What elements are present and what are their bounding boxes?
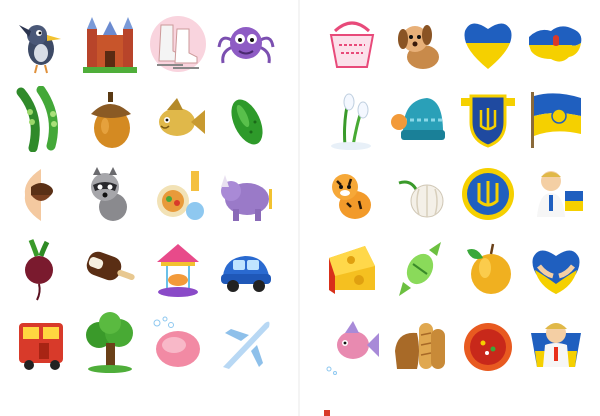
cheese-icon: [329, 245, 375, 294]
carousel-icon: [157, 243, 199, 297]
fish-toy-icon: [326, 320, 379, 375]
sticker-oak-tree[interactable]: [76, 306, 144, 381]
airplane-icon: [223, 321, 270, 369]
rhinoceros-icon: [221, 174, 272, 221]
sticker-boy-in-vyshyvanka[interactable]: [522, 156, 590, 231]
castle-icon: [83, 16, 137, 73]
trident-shield-icon: [461, 94, 515, 148]
sticker-flag-heart[interactable]: [454, 6, 522, 81]
cartoon-bird-icon: [19, 24, 61, 73]
sticker-ukrainian-flag[interactable]: [522, 81, 590, 156]
borscht-icon: [464, 322, 512, 371]
sticker-tiger-cub[interactable]: [318, 156, 386, 231]
sticker-garlic[interactable]: [386, 156, 454, 231]
map-of-ukraine-icon: [529, 25, 582, 62]
girl-in-vyshyvanka-icon: [531, 322, 581, 367]
right-icon-grid: [318, 6, 590, 381]
sticker-bus[interactable]: [8, 306, 76, 381]
sticker-meal-tray[interactable]: [144, 156, 212, 231]
spider-icon: [217, 26, 275, 63]
apple-icon: [467, 243, 511, 294]
ukrainian-flag-icon: [531, 91, 581, 148]
sticker-spider[interactable]: [212, 6, 280, 81]
sticker-borscht[interactable]: [454, 306, 522, 381]
sticker-knit-hat[interactable]: [386, 81, 454, 156]
knit-hat-icon: [391, 97, 445, 140]
sticker-cheese[interactable]: [318, 231, 386, 306]
sticker-toy-car[interactable]: [212, 231, 280, 306]
sticker-embroidered-bag[interactable]: [318, 6, 386, 81]
sticker-carousel[interactable]: [144, 231, 212, 306]
sticker-soap[interactable]: [144, 306, 212, 381]
sticker-candy[interactable]: [386, 231, 454, 306]
sticker-pea-pods[interactable]: [8, 81, 76, 156]
trident-medal-icon: [462, 167, 514, 220]
sticker-ice-skates[interactable]: [144, 6, 212, 81]
sticker-fish[interactable]: [144, 81, 212, 156]
boy-in-vyshyvanka-icon: [537, 170, 583, 217]
sticker-acorn[interactable]: [76, 81, 144, 156]
flag-hands-heart-icon: [532, 249, 580, 294]
acorn-icon: [91, 91, 131, 148]
toy-car-icon: [221, 255, 271, 292]
sticker-rhinoceros[interactable]: [212, 156, 280, 231]
sticker-castle[interactable]: [76, 6, 144, 81]
soap-icon: [153, 316, 200, 367]
beet-icon: [25, 238, 53, 300]
bus-icon: [19, 322, 63, 370]
sticker-girl-in-vyshyvanka[interactable]: [522, 306, 590, 381]
tiger-cub-icon: [332, 173, 371, 219]
ice-skates-icon: [150, 15, 206, 72]
lips-icon: [24, 168, 53, 221]
ice-cream-bar-icon: [86, 251, 135, 280]
sticker-apple[interactable]: [454, 231, 522, 306]
right-sticker-sheet: [300, 0, 600, 416]
embroidered-bag-icon: [329, 21, 375, 68]
pea-pods-icon: [16, 85, 58, 152]
sticker-map-of-ukraine[interactable]: [522, 6, 590, 81]
fish-icon: [159, 97, 205, 136]
oak-tree-icon: [86, 311, 133, 373]
bread-loaves-icon: [395, 322, 445, 369]
puppy-icon: [398, 24, 439, 69]
meal-tray-icon: [157, 170, 204, 220]
sticker-trident-medal[interactable]: [454, 156, 522, 231]
garlic-icon: [398, 180, 444, 217]
candy-icon: [399, 241, 441, 296]
cropped-sticker-fragment: [324, 410, 330, 416]
sticker-airplane[interactable]: [212, 306, 280, 381]
sticker-raccoon[interactable]: [76, 156, 144, 231]
left-sticker-sheet: [0, 0, 300, 416]
sticker-puppy[interactable]: [386, 6, 454, 81]
sticker-flag-hands-heart[interactable]: [522, 231, 590, 306]
sticker-cucumber[interactable]: [212, 81, 280, 156]
left-icon-grid: [8, 6, 280, 381]
sticker-snowdrop[interactable]: [318, 81, 386, 156]
sticker-fish-toy[interactable]: [318, 306, 386, 381]
sticker-trident-shield[interactable]: [454, 81, 522, 156]
snowdrop-icon: [331, 93, 371, 150]
flag-heart-icon: [464, 22, 512, 69]
raccoon-icon: [91, 166, 127, 221]
sticker-lips[interactable]: [8, 156, 76, 231]
sticker-ice-cream-bar[interactable]: [76, 231, 144, 306]
sticker-cartoon-bird[interactable]: [8, 6, 76, 81]
sticker-bread-loaves[interactable]: [386, 306, 454, 381]
sticker-beet[interactable]: [8, 231, 76, 306]
cucumber-icon: [231, 99, 263, 144]
